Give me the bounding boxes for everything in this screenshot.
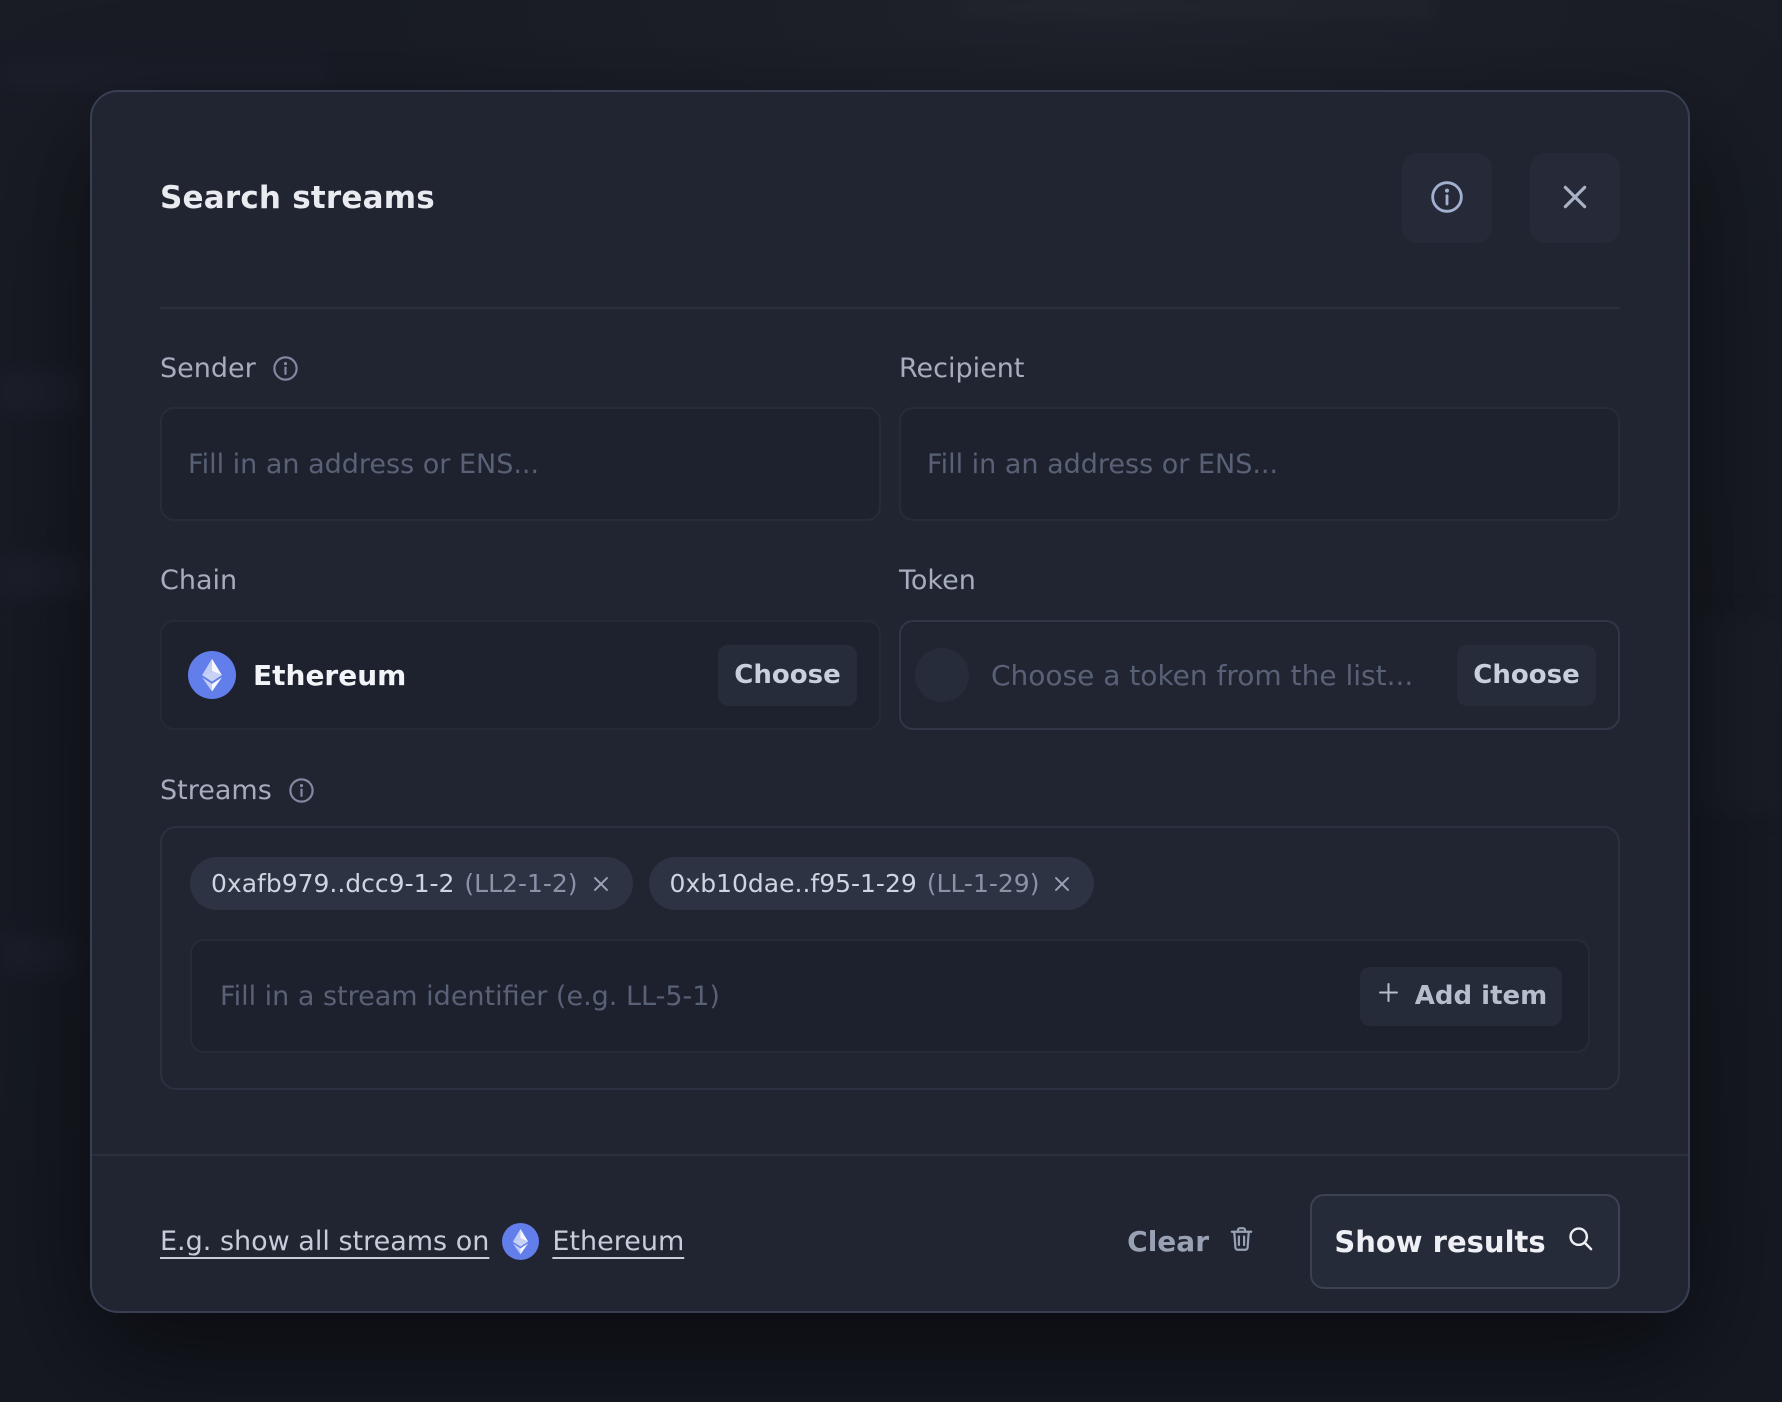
backdrop-blur-shape — [0, 935, 80, 975]
streams-label-row: Streams — [160, 773, 1620, 807]
info-button[interactable] — [1402, 153, 1492, 243]
add-item-button[interactable]: Add item — [1360, 967, 1562, 1026]
address-labels-row: Sender Recipient — [160, 351, 1620, 385]
backdrop-blur-shape — [0, 556, 94, 596]
choose-token-button[interactable]: Choose — [1457, 645, 1596, 706]
sender-info-icon[interactable] — [270, 353, 301, 384]
show-results-button[interactable]: Show results — [1310, 1194, 1620, 1289]
stream-chip: 0xafb979..dcc9-1-2 (LL2-1-2) — [190, 857, 633, 910]
stream-chip-alias: (LL-1-29) — [927, 869, 1040, 898]
stream-chip-alias: (LL2-1-2) — [464, 869, 577, 898]
stream-identifier-input[interactable] — [220, 941, 1360, 1051]
remove-chip-button[interactable] — [1049, 871, 1075, 897]
token-selector[interactable]: Choose a token from the list... Choose — [899, 620, 1620, 730]
modal-footer: E.g. show all streams on Ethereum Clear — [160, 1194, 1620, 1289]
streams-info-icon[interactable] — [286, 775, 317, 806]
search-streams-modal: Search streams Sender — [90, 90, 1690, 1313]
show-results-label: Show results — [1334, 1225, 1545, 1259]
recipient-label: Recipient — [899, 353, 1024, 384]
streams-label: Streams — [160, 775, 272, 806]
stream-chips-row: 0xafb979..dcc9-1-2 (LL2-1-2) 0xb10dae..f… — [190, 857, 1590, 910]
sender-input[interactable] — [160, 407, 881, 521]
plus-icon — [1375, 979, 1402, 1013]
backdrop-blur-shape — [955, 0, 1435, 15]
chain-label-row: Chain — [160, 563, 881, 597]
backdrop-blur-shape — [0, 370, 86, 414]
chain-selector[interactable]: Ethereum Choose — [160, 620, 881, 730]
header-divider — [160, 307, 1620, 309]
ethereum-icon — [502, 1223, 539, 1260]
remove-chip-button[interactable] — [588, 871, 614, 897]
stream-chip: 0xb10dae..f95-1-29 (LL-1-29) — [649, 857, 1095, 910]
token-placeholder-text: Choose a token from the list... — [991, 659, 1413, 692]
example-link-chain: Ethereum — [552, 1226, 684, 1257]
search-icon — [1565, 1223, 1596, 1261]
info-icon — [1427, 177, 1467, 220]
choose-chain-button[interactable]: Choose — [718, 645, 857, 706]
recipient-input[interactable] — [899, 407, 1620, 521]
footer-divider — [92, 1154, 1688, 1156]
chain-selected-value: Ethereum — [253, 659, 406, 692]
add-item-label: Add item — [1415, 981, 1547, 1011]
stream-input-container: Add item — [190, 939, 1590, 1053]
recipient-label-row: Recipient — [899, 351, 1620, 385]
stream-chip-address: 0xafb979..dcc9-1-2 — [211, 869, 454, 898]
stream-chip-address: 0xb10dae..f95-1-29 — [670, 869, 917, 898]
sender-label: Sender — [160, 353, 256, 384]
ethereum-icon — [188, 651, 236, 699]
token-placeholder-circle — [915, 648, 969, 702]
close-button[interactable] — [1530, 153, 1620, 243]
clear-button[interactable]: Clear — [1127, 1223, 1257, 1261]
clear-label: Clear — [1127, 1225, 1209, 1258]
backdrop-blur-shape — [1694, 615, 1782, 815]
selectors-row: Ethereum Choose Choose a token from the … — [160, 620, 1620, 730]
modal-header: Search streams — [160, 153, 1620, 243]
backdrop-blur-shape — [0, 60, 330, 88]
example-link-text: E.g. show all streams on — [160, 1226, 489, 1257]
show-all-streams-link[interactable]: E.g. show all streams on Ethereum — [160, 1223, 684, 1260]
chain-label: Chain — [160, 565, 237, 596]
close-icon — [1555, 177, 1595, 220]
streams-box: 0xafb979..dcc9-1-2 (LL2-1-2) 0xb10dae..f… — [160, 826, 1620, 1090]
selector-labels-row: Chain Token — [160, 563, 1620, 597]
sender-label-row: Sender — [160, 351, 881, 385]
trash-icon — [1226, 1223, 1257, 1261]
address-inputs-row — [160, 407, 1620, 521]
modal-title: Search streams — [160, 180, 1402, 216]
token-label: Token — [899, 565, 976, 596]
token-label-row: Token — [899, 563, 1620, 597]
